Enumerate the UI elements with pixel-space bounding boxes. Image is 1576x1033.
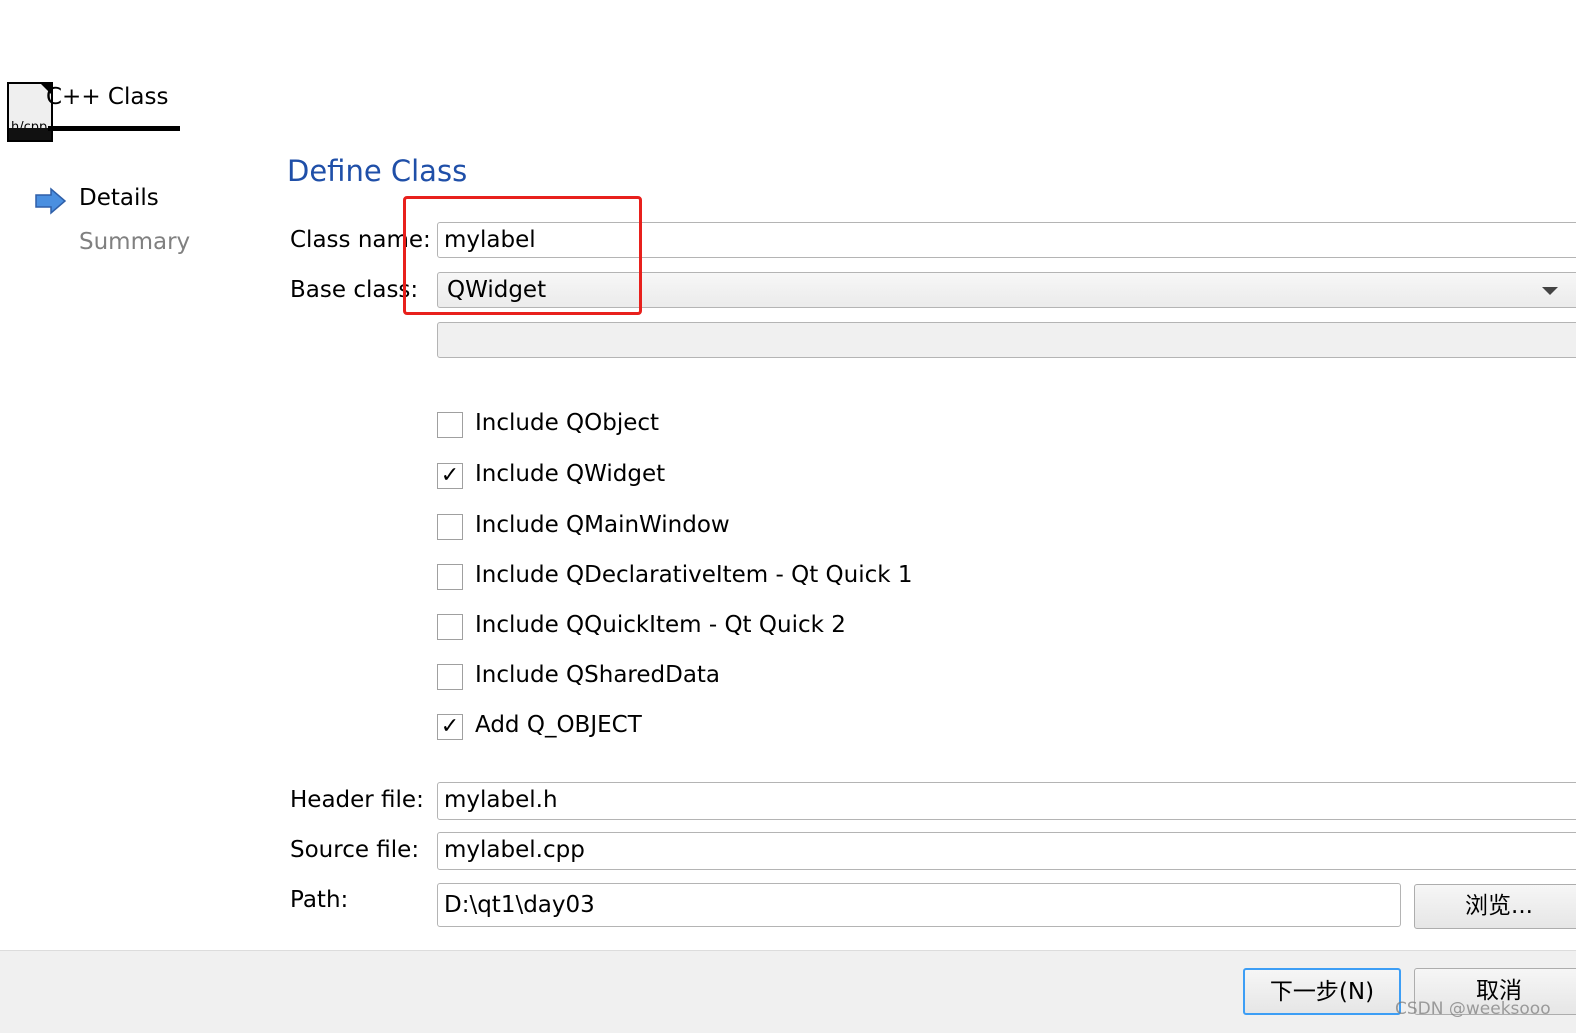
- wizard-title: C++ Class: [46, 84, 169, 110]
- source-file-input[interactable]: mylabel.cpp: [437, 832, 1576, 870]
- checkbox-label: Include QMainWindow: [475, 512, 730, 538]
- checkbox-label: Include QSharedData: [475, 662, 721, 688]
- checkbox-include-qobject[interactable]: [437, 412, 463, 438]
- base-class-custom-input: [437, 322, 1576, 358]
- path-input[interactable]: D:\qt1\day03: [437, 883, 1401, 927]
- checkbox-include-qshareddata[interactable]: [437, 664, 463, 690]
- header-file-input[interactable]: mylabel.h: [437, 782, 1576, 820]
- checkbox-label: Include QQuickItem - Qt Quick 2: [475, 612, 846, 638]
- checkbox-include-qdeclarativeitem[interactable]: [437, 564, 463, 590]
- watermark: CSDN @weeksooo: [1395, 999, 1551, 1019]
- title-underline: [48, 126, 180, 131]
- checkbox-label: Include QObject: [475, 410, 660, 436]
- header-file-label: Header file:: [290, 787, 424, 813]
- chevron-down-icon[interactable]: [1542, 287, 1558, 295]
- arrow-right-icon: [35, 187, 67, 219]
- step-summary: Summary: [79, 229, 191, 255]
- path-label: Path:: [290, 887, 349, 913]
- checkbox-label: Add Q_OBJECT: [475, 712, 642, 738]
- base-class-label: Base class:: [290, 277, 419, 303]
- checkbox-label: Include QWidget: [475, 461, 666, 487]
- browse-button[interactable]: 浏览...: [1414, 884, 1576, 929]
- next-button[interactable]: 下一步(N): [1243, 968, 1401, 1015]
- checkbox-add-q-object[interactable]: ✓: [437, 714, 463, 740]
- page-title: Define Class: [287, 154, 468, 188]
- checkbox-include-qmainwindow[interactable]: [437, 514, 463, 540]
- checkbox-label: Include QDeclarativeItem - Qt Quick 1: [475, 562, 913, 588]
- step-details: Details: [79, 185, 159, 211]
- highlight-box: [403, 196, 642, 315]
- checkbox-include-qquickitem[interactable]: [437, 614, 463, 640]
- checkbox-include-qwidget[interactable]: ✓: [437, 463, 463, 489]
- source-file-label: Source file:: [290, 837, 420, 863]
